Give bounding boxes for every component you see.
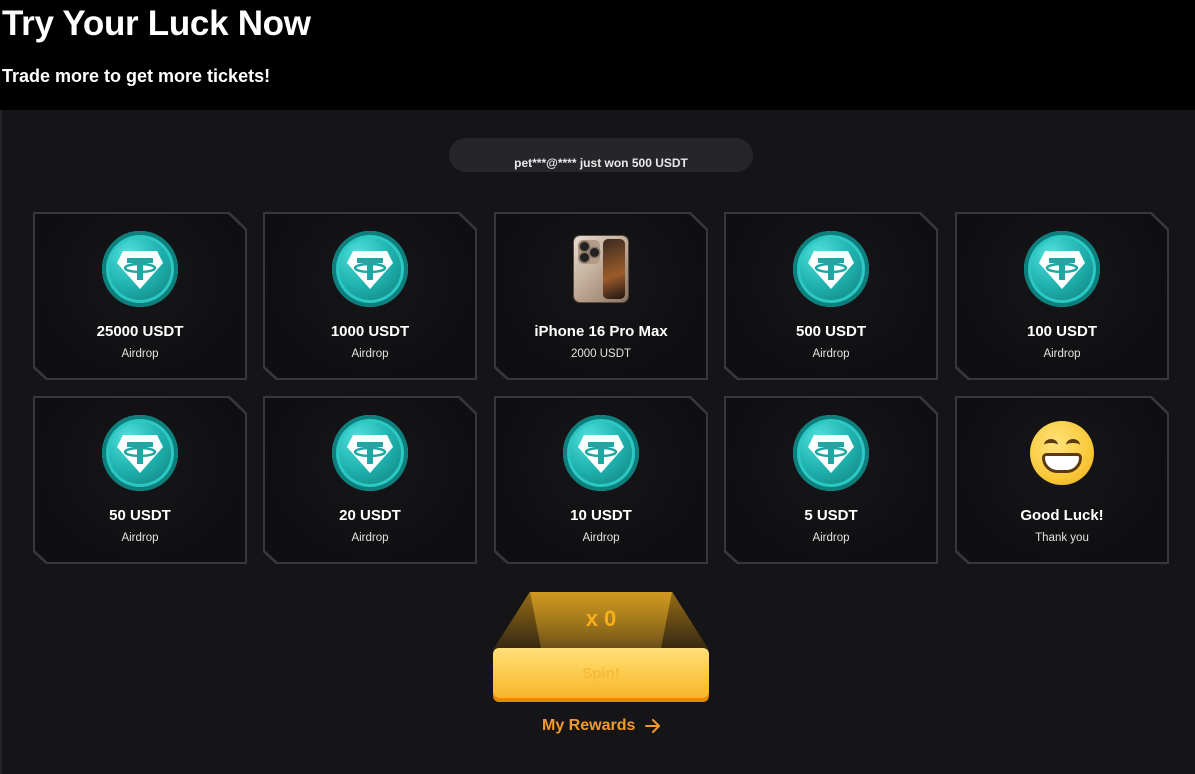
prize-card: 1000 USDT Airdrop [263, 212, 477, 380]
prize-subtitle: Airdrop [351, 348, 389, 360]
usdt-coin-icon [332, 415, 408, 491]
usdt-coin-icon [563, 415, 639, 491]
spin-button[interactable]: Spin! [493, 648, 709, 698]
arrow-right-icon [645, 719, 661, 733]
prize-title: 1000 USDT [330, 323, 410, 340]
my-rewards-link[interactable]: My Rewards [542, 717, 661, 735]
winner-ticker: pet***@**** just won 500 USDT [449, 138, 753, 172]
iphone-icon [563, 231, 639, 307]
prize-subtitle: Airdrop [1043, 348, 1081, 360]
prize-card: 500 USDT Airdrop [724, 212, 938, 380]
grinning-emoji-icon [1024, 415, 1100, 491]
prize-title: 20 USDT [339, 507, 401, 524]
usdt-coin-icon [102, 415, 178, 491]
prize-subtitle: Airdrop [121, 532, 159, 544]
page-header: Try Your Luck Now Trade more to get more… [0, 0, 1195, 110]
page-title: Try Your Luck Now [2, 4, 311, 43]
ticket-count: x 0 [585, 606, 617, 631]
prize-title: Good Luck! [1020, 507, 1104, 524]
prize-card: 100 USDT Airdrop [955, 212, 1169, 380]
prize-subtitle: Airdrop [121, 348, 159, 360]
prize-title: 50 USDT [109, 507, 171, 524]
prize-card: 10 USDT Airdrop [494, 396, 708, 564]
prize-title: 500 USDT [795, 323, 867, 340]
prize-title: 5 USDT [804, 507, 858, 524]
prize-title: 10 USDT [570, 507, 632, 524]
usdt-coin-icon [1024, 231, 1100, 307]
prize-subtitle: Airdrop [812, 532, 850, 544]
my-rewards-label: My Rewards [542, 717, 636, 734]
prize-title: iPhone 16 Pro Max [534, 323, 668, 340]
prize-card: 20 USDT Airdrop [263, 396, 477, 564]
prize-subtitle: Airdrop [351, 532, 389, 544]
page-subtitle: Trade more to get more tickets! [2, 66, 271, 86]
prize-subtitle: Airdrop [582, 532, 620, 544]
usdt-coin-icon [793, 231, 869, 307]
usdt-coin-icon [793, 415, 869, 491]
prize-card: iPhone 16 Pro Max 2000 USDT [494, 212, 708, 380]
prize-subtitle: Airdrop [812, 348, 850, 360]
winner-ticker-text: pet***@**** just won 500 USDT [514, 156, 688, 170]
usdt-coin-icon [332, 231, 408, 307]
prize-subtitle: 2000 USDT [570, 348, 632, 360]
prize-card: Good Luck! Thank you [955, 396, 1169, 564]
prize-subtitle: Thank you [1035, 532, 1089, 544]
prize-title: 25000 USDT [96, 323, 184, 340]
prize-card: 5 USDT Airdrop [724, 396, 938, 564]
prize-card: 50 USDT Airdrop [33, 396, 247, 564]
prize-card: 25000 USDT Airdrop [33, 212, 247, 380]
prize-title: 100 USDT [1026, 323, 1098, 340]
usdt-coin-icon [102, 231, 178, 307]
